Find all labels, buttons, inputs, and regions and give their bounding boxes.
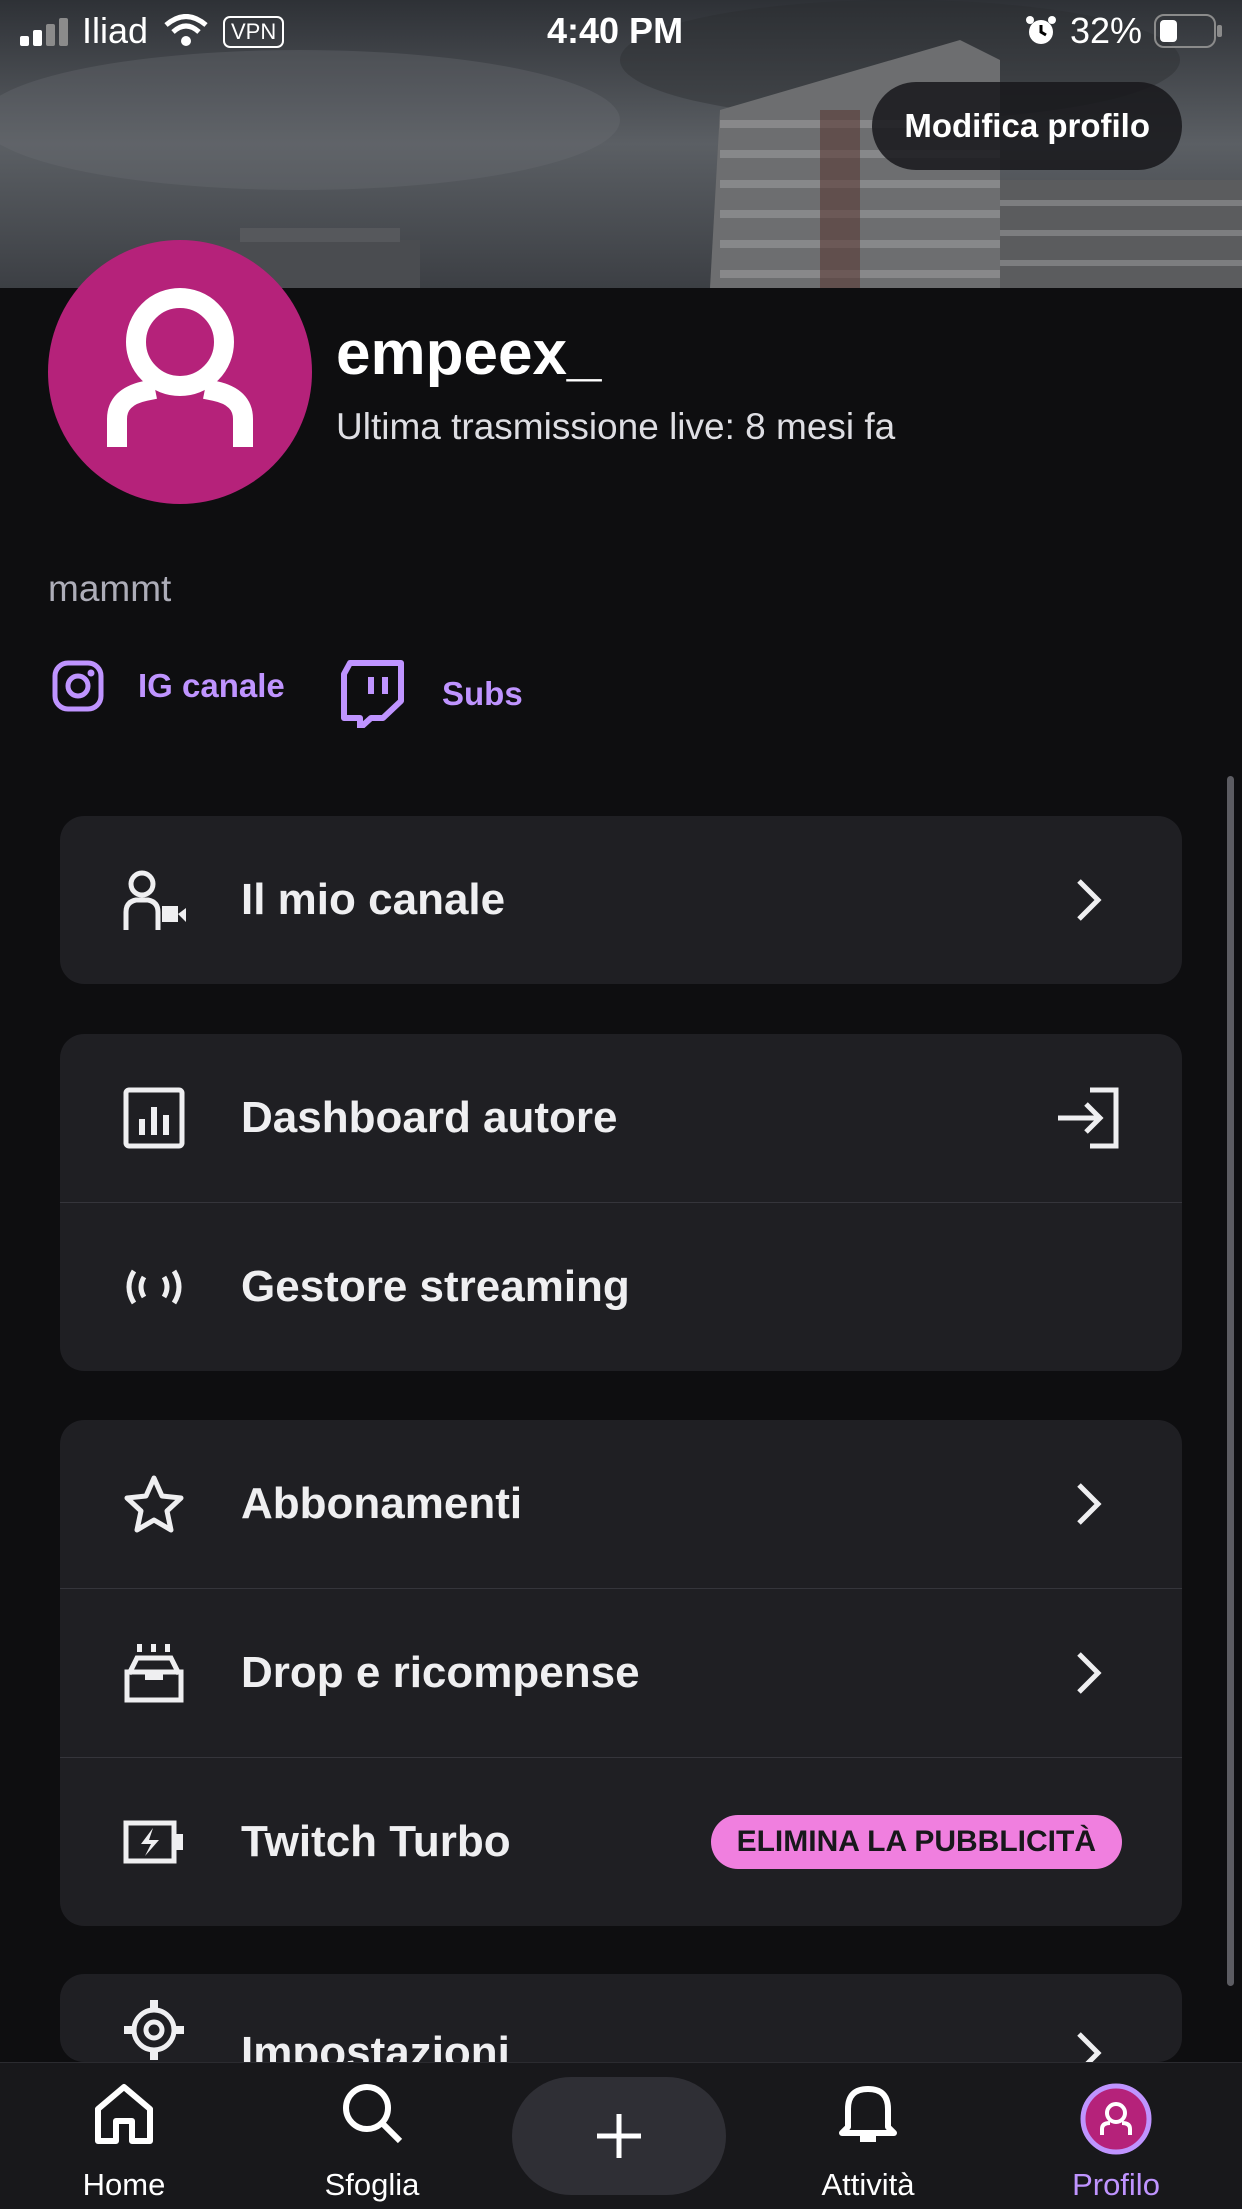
menu-label: Gestore streaming [241,1262,630,1311]
nav-label: Home [82,2167,166,2202]
bio-text: mammt [48,568,172,609]
gear-icon [122,1998,186,2062]
scrollbar[interactable] [1227,776,1234,1986]
profile-avatar-icon [1080,2083,1152,2155]
battery-icon [1154,14,1222,48]
chevron-right-icon [1077,1652,1102,1694]
link-subs[interactable]: Subs [340,660,523,728]
menu-item-settings[interactable]: Impostazioni [60,1974,1182,2062]
nav-label: Profilo [1072,2167,1160,2202]
search-icon [343,2084,403,2144]
nav-home[interactable]: Home [24,2063,224,2209]
carrier-name: Iliad [82,10,149,51]
menu-label: Drop e ricompense [241,1648,640,1697]
channel-icon [122,868,186,932]
nav-activity[interactable]: Attività [768,2063,968,2209]
card-creator: Dashboard autore Gestore streaming [60,1034,1182,1371]
menu-label: Il mio canale [241,875,506,924]
clock: 4:40 PM [547,10,684,51]
instagram-icon [52,660,104,712]
menu-item-my-channel[interactable]: Il mio canale [60,816,1182,984]
link-label: IG canale [138,667,285,704]
status-bar: Iliad VPN 4:40 PM 32% [0,0,1242,62]
menu-label: Dashboard autore [241,1093,618,1142]
twitch-icon [341,660,404,728]
menu-label: Twitch Turbo [241,1817,511,1866]
broadcast-icon [122,1255,186,1319]
wifi-icon [164,14,208,46]
menu-item-drops[interactable]: Drop e ricompense [60,1588,1182,1757]
battery-bolt-icon [122,1810,186,1874]
nav-label: Sfoglia [324,2167,420,2202]
menu-item-twitch-turbo[interactable]: Twitch Turbo ELIMINA LA PUBBLICITÀ [60,1757,1182,1926]
menu-label: Impostazioni [241,2028,510,2062]
link-label: Subs [442,675,523,712]
card-channel: Il mio canale [60,816,1182,984]
card-settings: Impostazioni [60,1974,1182,2062]
card-rewards: Abbonamenti Drop e ricompense Twitch Tur… [60,1420,1182,1926]
chevron-right-icon [1077,879,1102,921]
bell-icon [839,2086,897,2142]
nav-label: Attività [821,2167,915,2202]
dashboard-icon [122,1086,186,1150]
nav-browse[interactable]: Sfoglia [272,2063,472,2209]
menu-item-subscriptions[interactable]: Abbonamenti [60,1420,1182,1588]
gift-box-icon [122,1641,186,1705]
last-live-text: Ultima trasmissione live: 8 mesi fa [336,406,896,447]
chevron-right-icon [1077,1483,1102,1525]
star-icon [122,1472,186,1536]
vpn-badge: VPN [223,16,285,48]
alarm-icon [1026,16,1056,44]
turbo-badge: ELIMINA LA PUBBLICITÀ [710,1815,1122,1869]
chevron-right-icon [1077,2032,1102,2062]
nav-profile[interactable]: Profilo [1016,2063,1216,2209]
edit-profile-button[interactable]: Modifica profilo [872,82,1182,170]
bottom-nav: Home Sfoglia Attività Profilo [0,2062,1242,2209]
link-ig-canale[interactable]: IG canale [52,660,285,712]
menu-item-stream-manager[interactable]: Gestore streaming [60,1202,1182,1371]
battery-percent: 32% [1070,10,1143,51]
home-icon [95,2084,153,2144]
username: empeex_ [336,319,602,388]
create-button[interactable] [512,2077,726,2195]
user-icon [107,288,253,447]
avatar[interactable] [48,240,312,504]
signal-icon [20,18,68,46]
plus-icon [597,2114,641,2158]
menu-label: Abbonamenti [241,1479,523,1528]
external-link-icon [1058,1087,1119,1149]
menu-item-creator-dashboard[interactable]: Dashboard autore [60,1034,1182,1202]
